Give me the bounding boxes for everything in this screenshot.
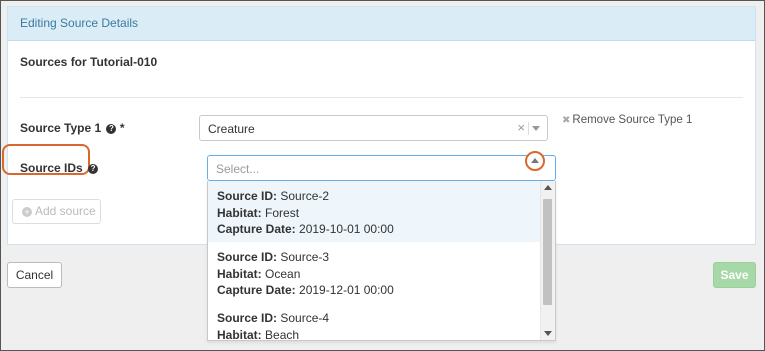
source-ids-placeholder: Select... bbox=[216, 162, 260, 176]
panel-subtitle: Sources for Tutorial-010 bbox=[20, 55, 158, 69]
option-id: Source-4 bbox=[280, 311, 330, 325]
option-habitat-label: Habitat: bbox=[217, 205, 262, 220]
panel-title: Editing Source Details bbox=[8, 7, 755, 41]
option-date-label: Capture Date: bbox=[217, 222, 296, 236]
dropdown-option[interactable]: Source ID: Source-2 Habitat: Forest Capt… bbox=[208, 181, 555, 242]
help-icon[interactable]: ? bbox=[106, 123, 117, 134]
scroll-thumb[interactable] bbox=[543, 199, 552, 305]
save-button[interactable]: Save bbox=[713, 262, 756, 288]
option-habitat-label: Habitat: bbox=[217, 327, 262, 341]
dropdown-toggle[interactable] bbox=[525, 151, 545, 171]
clear-icon[interactable]: × bbox=[517, 120, 525, 135]
dropdown-option[interactable]: Source ID: Source-4 Habitat: Beach bbox=[208, 303, 555, 341]
plus-icon: + bbox=[22, 206, 32, 217]
source-ids-select[interactable]: Select... bbox=[207, 155, 556, 181]
add-source-button[interactable]: + Add source bbox=[12, 199, 101, 224]
option-date: 2019-10-01 00:00 bbox=[299, 222, 394, 236]
source-ids-menu: Source ID: Source-2 Habitat: Forest Capt… bbox=[207, 181, 556, 341]
required-marker: * bbox=[119, 121, 125, 135]
source-type-value: Creature bbox=[208, 122, 255, 136]
source-ids-label: Source IDs bbox=[20, 161, 83, 175]
cancel-button[interactable]: Cancel bbox=[7, 262, 62, 288]
option-id-label: Source ID: bbox=[217, 189, 278, 203]
scroll-up-icon[interactable] bbox=[544, 185, 552, 190]
dropdown-option[interactable]: Source ID: Source-3 Habitat: Ocean Captu… bbox=[208, 242, 555, 303]
option-habitat: Ocean bbox=[265, 266, 301, 281]
chevron-up-icon bbox=[531, 158, 539, 163]
source-ids-label-wrap: Source IDs ? bbox=[20, 161, 99, 175]
option-habitat: Beach bbox=[265, 327, 300, 341]
remove-source-type-button[interactable]: ✖ Remove Source Type 1 bbox=[562, 114, 692, 126]
source-type-select[interactable]: Creature × bbox=[199, 115, 548, 141]
option-id: Source-2 bbox=[280, 189, 330, 203]
add-source-label: Add source bbox=[35, 204, 96, 218]
option-habitat-label: Habitat: bbox=[217, 266, 262, 281]
source-type-label: Source Type 1 bbox=[20, 121, 102, 135]
option-date-label: Capture Date: bbox=[217, 283, 296, 297]
source-type-label-wrap: Source Type 1 ? * bbox=[20, 121, 125, 135]
remove-icon: ✖ bbox=[562, 115, 571, 126]
option-habitat: Forest bbox=[265, 205, 300, 220]
scroll-down-icon[interactable] bbox=[544, 331, 552, 336]
scrollbar[interactable] bbox=[540, 181, 555, 340]
select-separator bbox=[528, 122, 529, 135]
help-icon[interactable]: ? bbox=[88, 163, 99, 174]
option-id-label: Source ID: bbox=[217, 250, 278, 264]
option-id-label: Source ID: bbox=[217, 311, 278, 325]
chevron-down-icon[interactable] bbox=[532, 126, 540, 131]
divider bbox=[20, 97, 743, 98]
option-date: 2019-12-01 00:00 bbox=[299, 283, 394, 297]
remove-source-type-label: Remove Source Type 1 bbox=[572, 114, 693, 126]
option-id: Source-3 bbox=[280, 250, 330, 264]
